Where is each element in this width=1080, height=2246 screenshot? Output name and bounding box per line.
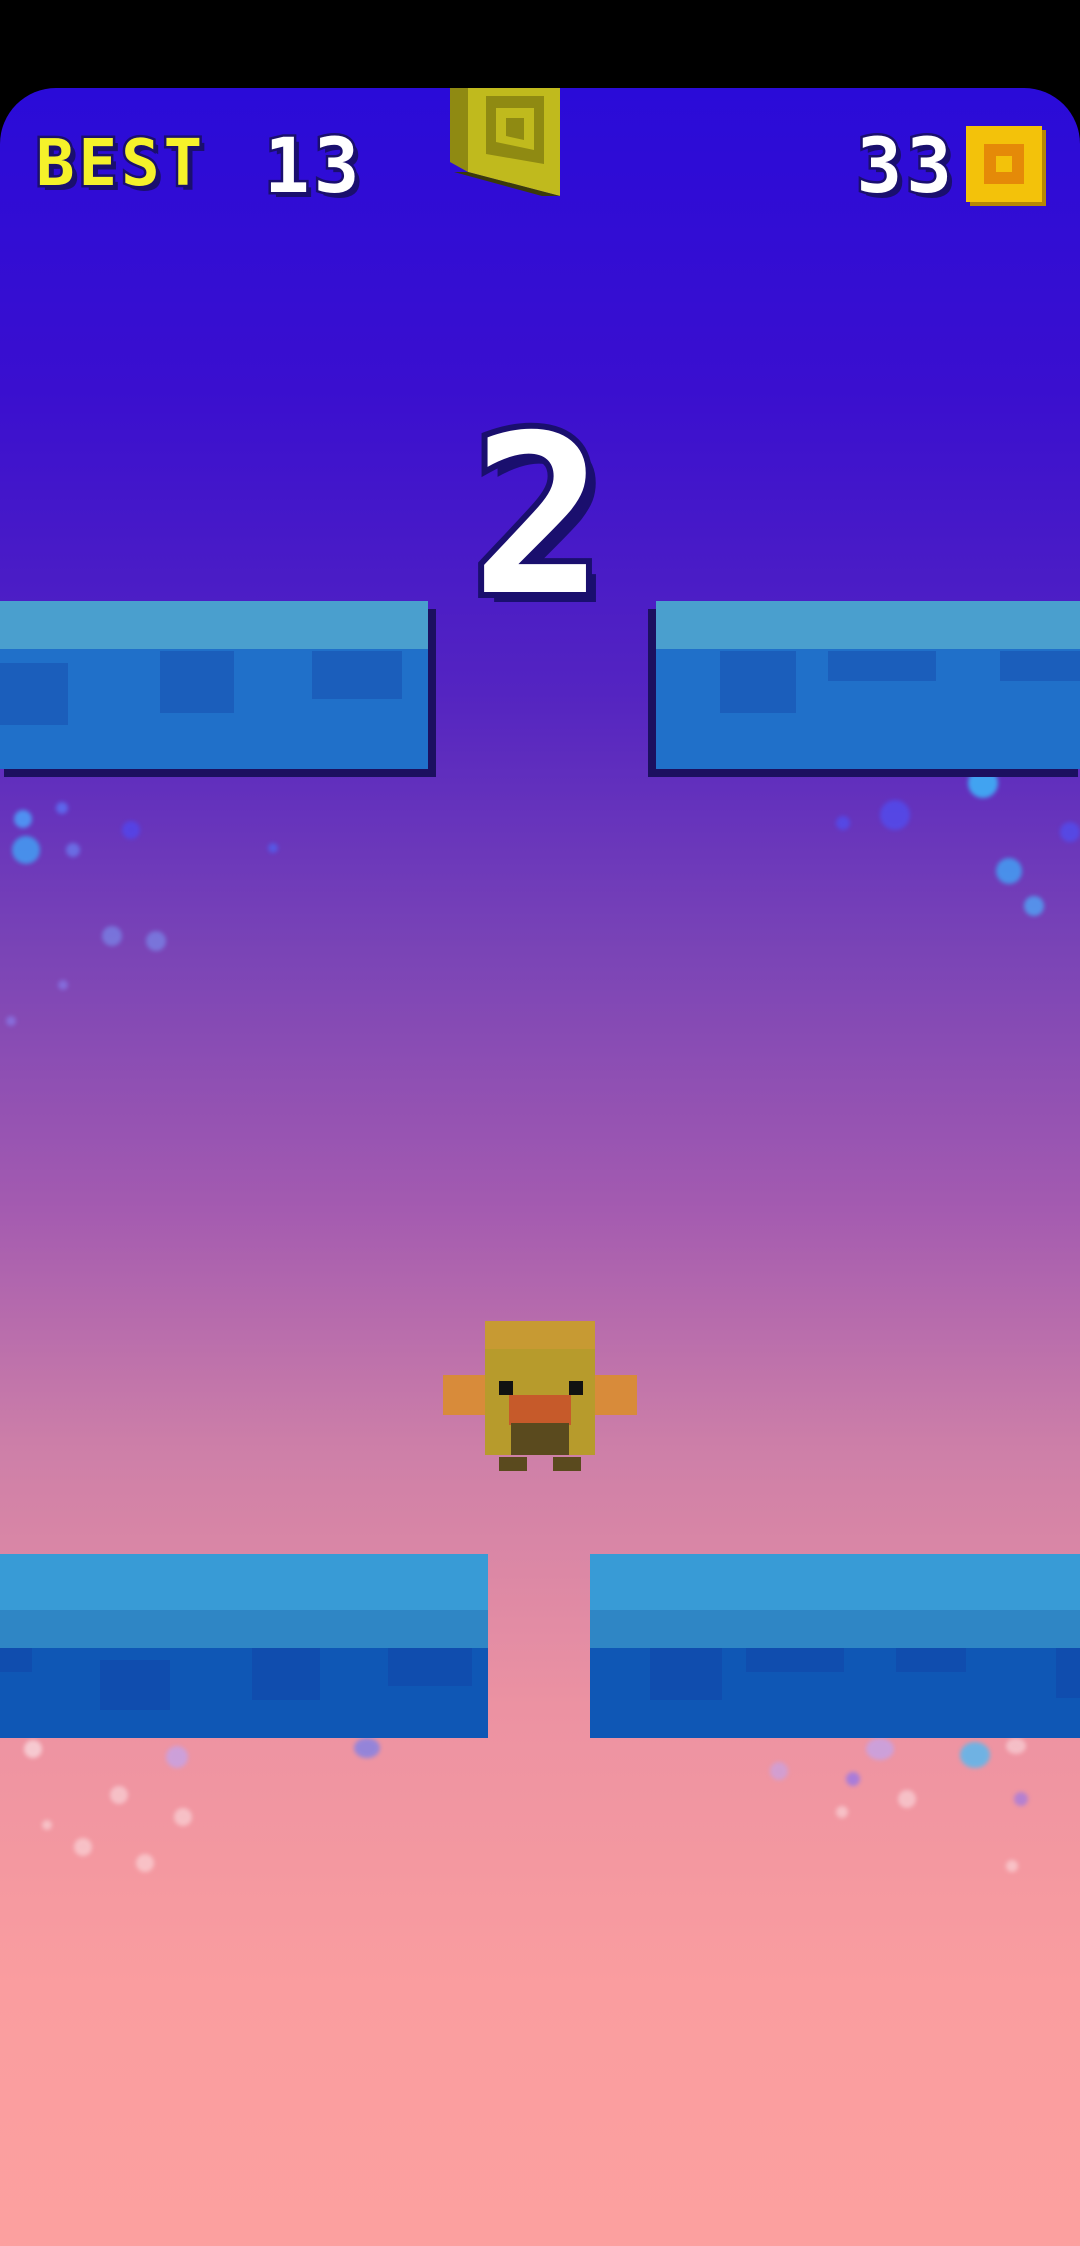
sparkle [122, 821, 140, 839]
platform-texture [252, 1648, 320, 1700]
chick-character-icon[interactable] [443, 1321, 637, 1473]
sparkle [102, 926, 122, 946]
sparkle [66, 843, 80, 857]
sparkle [12, 836, 40, 864]
sparkle [1024, 896, 1044, 916]
sparkle [846, 1772, 860, 1786]
platform-texture [720, 651, 796, 713]
sparkle [836, 1806, 848, 1818]
current-score: 2 [466, 388, 610, 644]
sparkle [146, 931, 166, 951]
sparkle [166, 1746, 188, 1768]
platform-texture [388, 1648, 472, 1686]
platform-texture [1000, 651, 1080, 681]
sparkle [866, 1738, 894, 1760]
sparkle [136, 1854, 154, 1872]
sparkle [1006, 1738, 1026, 1754]
sparkle [174, 1808, 192, 1826]
platform-front-face [0, 1648, 488, 1738]
best-label: BEST [33, 127, 207, 201]
sparkle [42, 1820, 52, 1830]
sparkle [354, 1738, 380, 1758]
platform-top-face [590, 1554, 1080, 1610]
sparkle [6, 1016, 16, 1026]
status-bar [0, 0, 1080, 90]
falling-coin-icon [450, 88, 560, 196]
platform-front-face [656, 649, 1080, 769]
platform-texture [828, 651, 936, 681]
sparkle [110, 1786, 128, 1804]
game-area[interactable]: BEST 13 33 2 [0, 88, 1080, 2246]
platform-edge [590, 1610, 1080, 1648]
platform-texture [650, 1648, 722, 1700]
game-screen[interactable]: BEST 13 33 2 [0, 0, 1080, 2246]
platform-bottom-right [590, 1554, 1080, 1738]
sparkle [14, 810, 32, 828]
sparkle [1014, 1792, 1028, 1806]
platform-bottom-left [0, 1554, 488, 1738]
platform-front-face [0, 649, 428, 769]
platform-top-left [0, 601, 428, 769]
sparkle [996, 858, 1022, 884]
platform-texture [160, 651, 234, 713]
sparkle [74, 1838, 92, 1856]
sparkle [58, 980, 68, 990]
best-score-value: 13 [262, 121, 364, 210]
sparkle [836, 816, 850, 830]
platform-texture [0, 663, 68, 725]
sparkle [880, 800, 910, 830]
sparkle [268, 843, 278, 853]
sparkle [56, 802, 68, 814]
platform-texture [0, 1648, 32, 1672]
coin-icon-core [996, 156, 1012, 172]
platform-texture [1056, 1648, 1080, 1698]
platform-top-right [656, 601, 1080, 769]
platform-texture [312, 651, 402, 699]
sparkle [24, 1740, 42, 1758]
sparkle [1060, 822, 1080, 842]
platform-top-face [0, 1554, 488, 1610]
sparkle [770, 1762, 788, 1780]
sparkle [968, 768, 998, 798]
platform-texture [896, 1648, 966, 1672]
coin-icon [966, 126, 1042, 202]
platform-texture [100, 1660, 170, 1710]
sparkle [1006, 1860, 1018, 1872]
sparkle [898, 1790, 916, 1808]
sparkle [960, 1742, 990, 1768]
platform-texture [746, 1648, 844, 1672]
platform-front-face [590, 1648, 1080, 1738]
platform-edge [0, 1610, 488, 1648]
coin-count: 33 [854, 121, 956, 210]
